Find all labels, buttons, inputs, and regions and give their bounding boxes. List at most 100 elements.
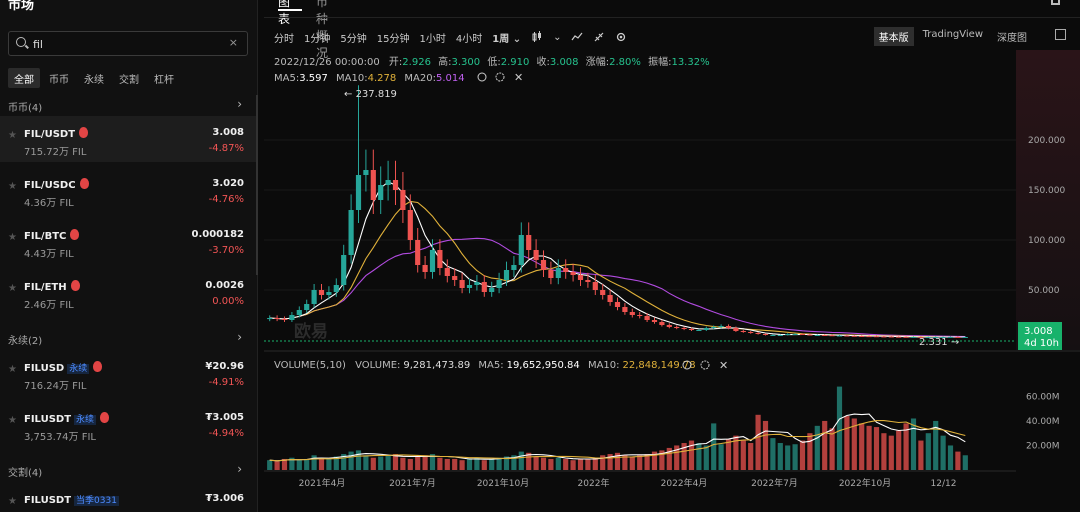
candle — [274, 318, 280, 319]
candles — [267, 85, 968, 339]
view-tradingview[interactable]: TradingView — [918, 27, 988, 46]
fullscreen-icon[interactable] — [1055, 29, 1066, 40]
star-icon[interactable]: ★ — [8, 364, 17, 375]
candlestick-icon[interactable] — [531, 31, 543, 43]
star-icon[interactable]: ★ — [8, 181, 17, 192]
scrollbar[interactable] — [256, 95, 258, 275]
star-icon[interactable]: ★ — [8, 496, 17, 507]
volume-bar — [274, 461, 280, 470]
section-perpetual[interactable]: 永续(2) › — [0, 330, 258, 348]
section-futures[interactable]: 交割(4) › — [0, 462, 258, 480]
list-item[interactable]: ★ FILUSDT 永续 3,753.74万 FIL ₮3.005 -4.94% — [0, 401, 258, 447]
candlestick-chart[interactable]: 2022/12/26 00:00:00 开:2.926 高:3.300 低:2.… — [264, 50, 1080, 512]
candle — [962, 337, 968, 338]
volume-bar — [881, 433, 887, 470]
star-icon[interactable]: ★ — [8, 415, 17, 426]
candle — [644, 316, 650, 320]
ma-controls: ✕ — [477, 71, 523, 84]
interval-15m[interactable]: 15分钟 — [377, 30, 410, 45]
last-price: 3.008 — [1024, 326, 1053, 337]
candle — [407, 210, 413, 240]
candle — [415, 240, 421, 265]
candle — [600, 290, 606, 295]
list-item[interactable]: ★ FIL/BTC 4.43万 FIL 0.000182 -3.70% — [0, 218, 258, 264]
candle — [896, 336, 902, 338]
star-icon[interactable]: ★ — [8, 232, 17, 243]
candle — [607, 295, 613, 302]
filter-tab-futures[interactable]: 交割 — [113, 68, 145, 88]
settings-icon[interactable] — [495, 72, 505, 82]
star-icon[interactable]: ★ — [8, 130, 17, 141]
pair-price: 0.000182 — [191, 229, 244, 240]
volume-tick-label: 40.00M — [1026, 417, 1060, 427]
list-item[interactable]: ★ FILUSD 永续 716.24万 FIL ¥20.96 -4.91% — [0, 350, 258, 396]
contract-tag: 永续 — [67, 364, 90, 374]
interval-timeline[interactable]: 分时 — [274, 30, 294, 45]
candle — [851, 335, 857, 337]
view-basic[interactable]: 基本版 — [873, 27, 914, 46]
candle — [459, 280, 465, 288]
interval-1h[interactable]: 1小时 — [419, 30, 445, 45]
price-axis-bg — [1016, 50, 1080, 350]
candle — [866, 336, 872, 338]
ohlc-readout: 2022/12/26 00:00:00 开:2.926 高:3.300 低:2.… — [274, 55, 710, 68]
candle — [511, 265, 517, 270]
market-filter-tabs: 全部 币币 永续 交割 杠杆 — [8, 68, 180, 88]
candle — [799, 334, 806, 335]
filter-tab-all[interactable]: 全部 — [8, 68, 40, 88]
settings-icon[interactable] — [615, 31, 627, 43]
list-item[interactable]: ★ FIL/USDC 4.36万 FIL 3.020 -4.76% — [0, 167, 258, 213]
tab-chart[interactable]: 图表 — [278, 0, 290, 27]
list-item[interactable]: ★ FIL/ETH 2.46万 FIL 0.0026 0.00% — [0, 269, 258, 315]
interval-1m[interactable]: 1分钟 — [304, 30, 330, 45]
chart-panel: 图表 币种概况 分时 1分钟 5分钟 15分钟 1小时 4小时 1周 ⌄ ⌄ 基… — [264, 0, 1080, 512]
clear-icon[interactable]: × — [229, 36, 238, 49]
view-depth[interactable]: 深度图 — [992, 27, 1032, 46]
indicator-icon[interactable] — [571, 31, 583, 43]
settings-icon[interactable] — [700, 360, 710, 370]
close-icon[interactable]: ✕ — [719, 359, 728, 372]
chevron-right-icon: › — [237, 330, 242, 344]
candle — [422, 265, 428, 272]
pair-name: FILUSD 永续 — [24, 361, 103, 374]
interval-5m[interactable]: 5分钟 — [340, 30, 366, 45]
draw-tool-icon[interactable] — [593, 31, 605, 43]
search-box[interactable]: × — [8, 31, 248, 56]
candle — [807, 334, 813, 336]
volume-bar — [873, 427, 880, 470]
close-icon[interactable]: ✕ — [514, 71, 523, 84]
pair-change: -4.87% — [208, 143, 244, 154]
candle — [777, 335, 783, 336]
candle — [548, 270, 554, 278]
volume-bar — [962, 455, 968, 470]
search-input[interactable] — [33, 36, 223, 52]
filter-tab-spot[interactable]: 币币 — [43, 68, 75, 88]
active-tab-underline — [278, 9, 302, 11]
candle — [474, 282, 480, 285]
eye-icon[interactable] — [477, 72, 487, 82]
time-tick-label: 2022年10月 — [839, 477, 891, 489]
volume-bar — [400, 457, 406, 470]
interval-1w[interactable]: 1周 ⌄ — [492, 30, 521, 45]
interval-4h[interactable]: 4小时 — [456, 30, 482, 45]
filter-tab-perpetual[interactable]: 永续 — [78, 68, 110, 88]
layout-icon[interactable] — [1051, 0, 1060, 5]
chevron-down-icon[interactable]: ⌄ — [553, 32, 561, 43]
list-item[interactable]: ★ FILUSDT 当季0331 ₮3.006 — [0, 482, 258, 512]
list-item[interactable]: ★ FIL/USDT 715.72万 FIL 3.008 -4.87% — [0, 116, 258, 162]
candle — [444, 268, 450, 276]
candle — [311, 290, 317, 304]
candle — [563, 268, 569, 272]
candle — [400, 190, 406, 210]
time-tick-label: 2022年 — [578, 477, 610, 489]
candle — [844, 335, 850, 337]
candle — [555, 268, 561, 278]
candle — [814, 335, 820, 336]
star-icon[interactable]: ★ — [8, 283, 17, 294]
candle — [836, 335, 843, 337]
candle — [822, 335, 828, 336]
filter-tab-margin[interactable]: 杠杆 — [148, 68, 180, 88]
volume-bar — [822, 420, 828, 470]
volume-bar — [725, 439, 732, 470]
section-spot[interactable]: 币币(4) › — [0, 97, 258, 115]
